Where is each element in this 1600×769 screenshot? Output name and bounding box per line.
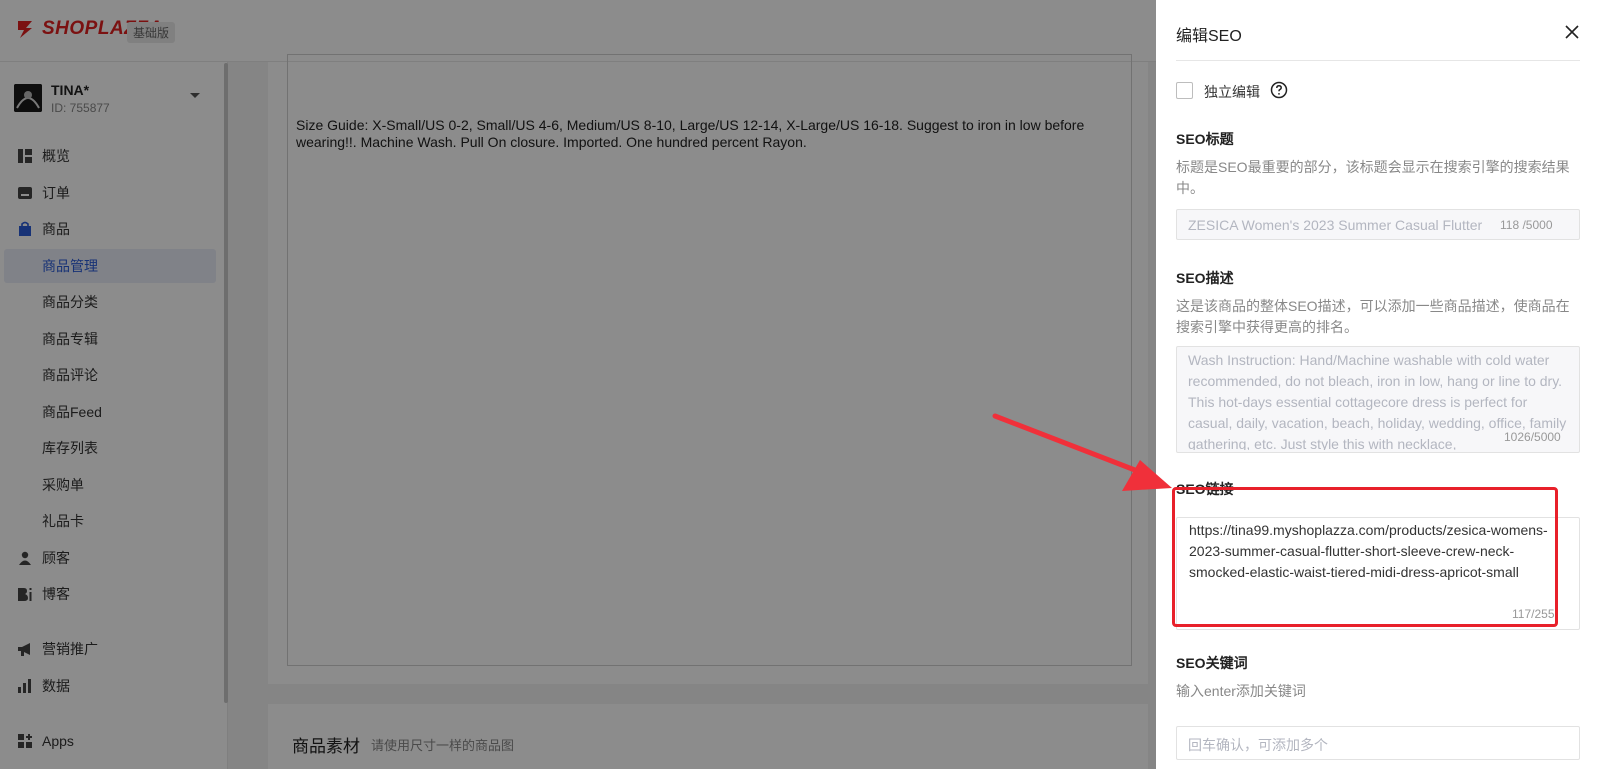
seo-keywords-desc: 输入enter添加关键词 (1176, 683, 1306, 699)
drawer-title: 编辑SEO (1176, 28, 1242, 45)
help-icon[interactable] (1270, 81, 1288, 99)
seo-keywords-label: SEO关键词 (1176, 655, 1248, 671)
seo-keywords-placeholder: 回车确认，可添加多个 (1188, 737, 1328, 753)
drawer-divider (1176, 60, 1580, 61)
highlight-box (1172, 487, 1558, 627)
seo-title-counter: 118 /5000 (1500, 218, 1553, 232)
seo-title-input[interactable]: ZESICA Women's 2023 Summer Casual Flutte… (1176, 209, 1580, 240)
close-icon[interactable] (1564, 24, 1580, 40)
seo-title-value: ZESICA Women's 2023 Summer Casual Flutte… (1188, 217, 1483, 233)
seo-title-desc: 标题是SEO最重要的部分，该标题会显示在搜索引擎的搜索结果中。 (1176, 159, 1570, 196)
seo-keywords-input[interactable]: 回车确认，可添加多个 (1176, 726, 1580, 760)
seo-desc-counter: 1026/5000 (1502, 430, 1561, 444)
seo-title-label: SEO标题 (1176, 131, 1234, 147)
independent-edit-checkbox[interactable] (1176, 82, 1193, 99)
seo-desc-desc: 这是该商品的整体SEO描述，可以添加一些商品描述，使商品在搜索引擎中获得更高的排… (1176, 298, 1570, 335)
seo-drawer: 编辑SEO 独立编辑 SEO标题 标题是SEO最重要的部分，该标题会显示在搜索引… (1156, 0, 1600, 769)
independent-edit-label: 独立编辑 (1204, 84, 1260, 100)
seo-desc-textarea[interactable]: Wash Instruction: Hand/Machine washable … (1176, 346, 1580, 453)
seo-desc-label: SEO描述 (1176, 270, 1234, 286)
